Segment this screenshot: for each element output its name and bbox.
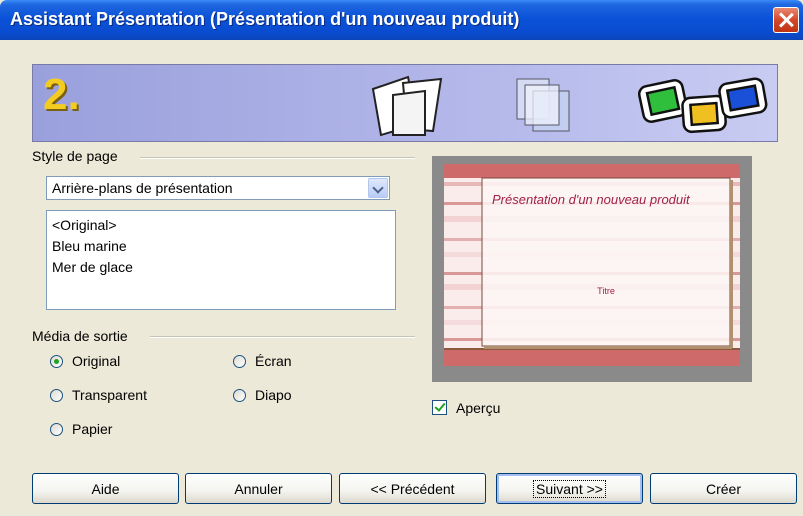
list-item[interactable]: Mer de glace: [52, 259, 133, 275]
window-title: Assistant Présentation (Présentation d'u…: [10, 9, 520, 29]
create-button-label: Créer: [705, 480, 741, 497]
output-media-separator: [150, 336, 415, 338]
combo-selected-value: Arrière-plans de présentation: [52, 180, 233, 196]
preview-checkbox-label[interactable]: Aperçu: [456, 400, 500, 416]
radio-circle[interactable]: [233, 389, 246, 402]
slides-icon: [637, 77, 768, 134]
next-button-label: Suivant >>: [533, 479, 606, 498]
wizard-banner: 2.: [32, 64, 778, 142]
title-bar[interactable]: Assistant Présentation (Présentation d'u…: [0, 0, 803, 40]
radio-circle[interactable]: [233, 355, 246, 368]
background-category-combo[interactable]: Arrière-plans de présentation: [46, 176, 390, 200]
layers-icon: [516, 78, 570, 132]
previous-button[interactable]: << Précédent: [339, 473, 486, 504]
slide-body-text: Titre: [597, 286, 615, 296]
radio-label: Écran: [255, 353, 292, 369]
list-item[interactable]: Bleu marine: [52, 238, 127, 254]
previous-button-label: << Précédent: [370, 480, 455, 497]
help-button[interactable]: Aide: [32, 473, 179, 504]
template-list[interactable]: <Original> Bleu marine Mer de glace: [46, 210, 396, 310]
slide-preview: Présentation d'un nouveau produit Titre: [444, 164, 740, 366]
next-button[interactable]: Suivant >>: [496, 473, 643, 504]
slide-title: Présentation d'un nouveau produit: [492, 192, 691, 207]
step-number: 2.: [43, 70, 80, 119]
create-button[interactable]: Créer: [650, 473, 797, 504]
preview-checkbox[interactable]: [432, 400, 447, 415]
radio-label: Diapo: [255, 387, 292, 403]
pages-icon: [371, 75, 443, 137]
output-media-group-label: Média de sortie: [32, 328, 128, 344]
radio-circle[interactable]: [50, 355, 63, 368]
radio-label: Papier: [72, 421, 113, 437]
radio-label: Original: [72, 353, 121, 369]
chevron-down-icon[interactable]: [368, 178, 388, 198]
radio-circle[interactable]: [50, 423, 63, 436]
page-style-separator: [140, 157, 415, 159]
list-item[interactable]: <Original>: [52, 217, 117, 233]
preview-pane: Présentation d'un nouveau produit Titre: [432, 156, 752, 382]
cancel-button-label: Annuler: [234, 480, 283, 497]
close-button[interactable]: [773, 7, 799, 33]
radio-circle[interactable]: [50, 389, 63, 402]
help-button-label: Aide: [91, 480, 120, 497]
radio-label: Transparent: [72, 387, 147, 403]
page-style-group-label: Style de page: [32, 148, 118, 164]
cancel-button[interactable]: Annuler: [185, 473, 332, 504]
